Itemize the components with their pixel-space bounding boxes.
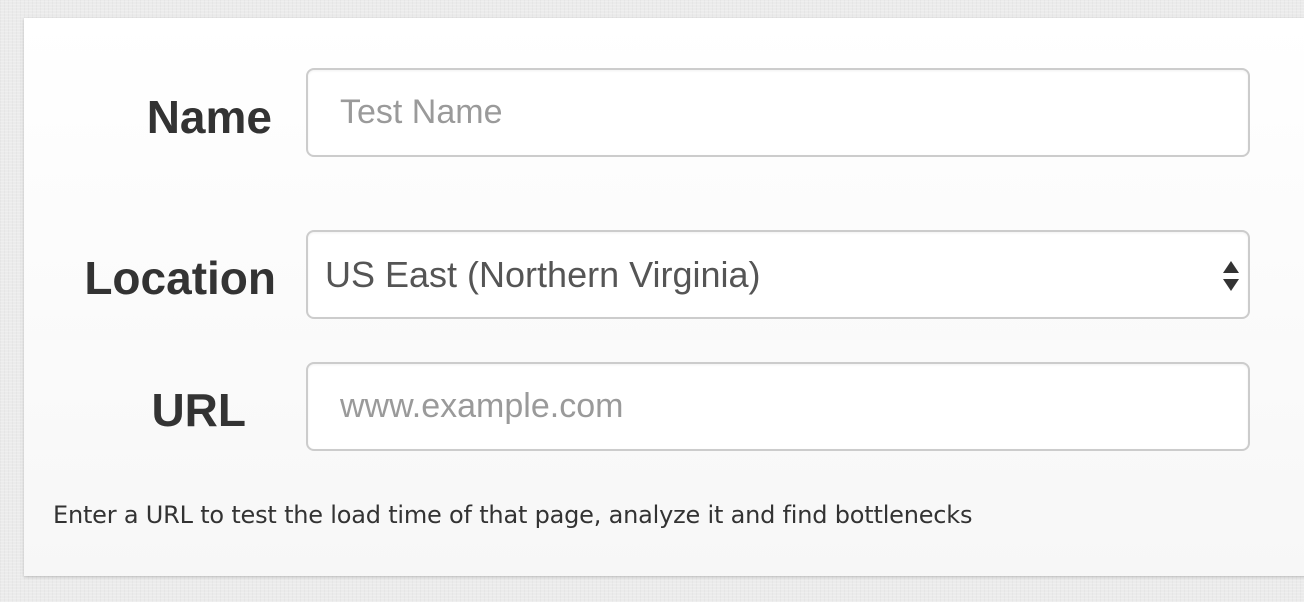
name-field-box[interactable] (306, 68, 1250, 157)
url-input[interactable] (308, 364, 1248, 449)
up-down-arrows-icon (1223, 261, 1239, 291)
name-input[interactable] (308, 70, 1248, 155)
url-label: URL (151, 384, 246, 436)
location-selected-value: US East (Northern Virginia) (325, 254, 761, 295)
location-select[interactable]: US East (Northern Virginia) (306, 230, 1250, 319)
url-field-box[interactable] (306, 362, 1250, 451)
location-label: Location (84, 252, 276, 304)
url-help-text: Enter a URL to test the load time of tha… (53, 501, 973, 529)
name-label: Name (146, 91, 272, 143)
test-form-card: Name Location US East (Northern Virginia… (24, 18, 1304, 576)
